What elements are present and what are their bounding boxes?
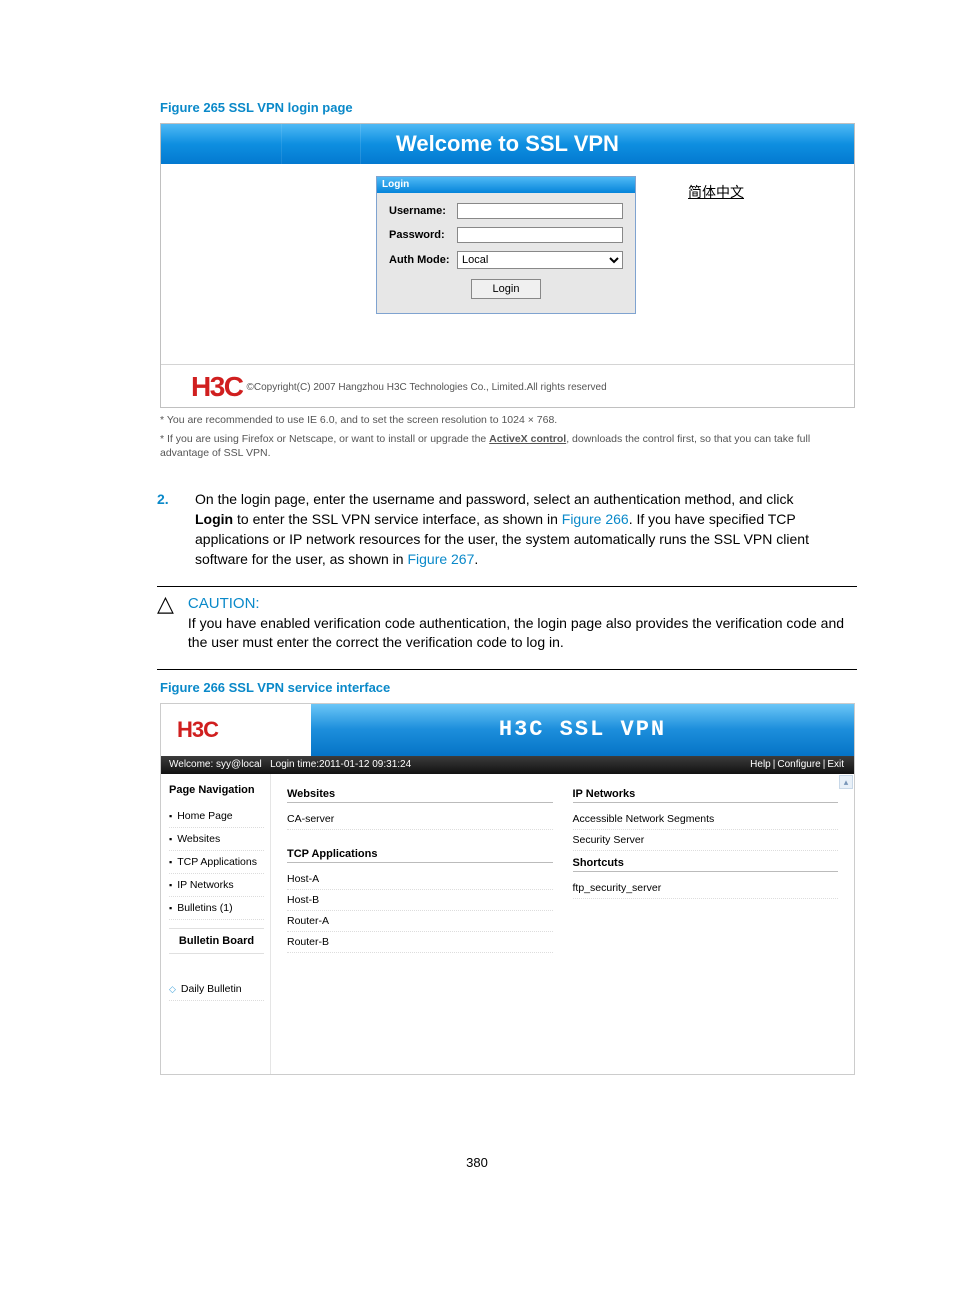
list-item[interactable]: ftp_security_server — [573, 878, 839, 899]
copyright-text: ©Copyright(C) 2007 Hangzhou H3C Technolo… — [247, 382, 607, 393]
configure-link[interactable]: Configure — [775, 759, 822, 770]
shortcuts-title: Shortcuts — [573, 857, 839, 872]
welcome-text: Welcome: syy@local — [169, 759, 262, 770]
svc-status-bar: Welcome: syy@local Login time:2011-01-12… — [161, 756, 854, 774]
row-username: Username: — [389, 203, 623, 219]
login-box: Login Username: Password: Auth Mode: Loc… — [376, 176, 636, 314]
figure266-caption: Figure 266 SSL VPN service interface — [160, 680, 859, 695]
daily-bulletin[interactable]: Daily Bulletin — [169, 978, 264, 1001]
step-number: 2. — [157, 489, 195, 570]
login-banner: Welcome to SSL VPN — [161, 124, 854, 164]
login-btn-wrap: Login — [389, 279, 623, 299]
caution-text: CAUTION: If you have enabled verificatio… — [188, 593, 857, 653]
nav-tcp-applications[interactable]: TCP Applications — [169, 851, 264, 874]
banner-title: Welcome to SSL VPN — [396, 131, 619, 156]
bulletin-board-title: Bulletin Board — [169, 928, 264, 954]
step-text: On the login page, enter the username an… — [195, 489, 819, 570]
nav-ip-networks[interactable]: IP Networks — [169, 874, 264, 897]
page-number: 380 — [95, 1155, 859, 1170]
row-password: Password: — [389, 227, 623, 243]
nav-list: Home Page Websites TCP Applications IP N… — [169, 805, 264, 920]
step2-login-word: Login — [195, 511, 233, 527]
list-item[interactable]: Accessible Network Segments — [573, 809, 839, 830]
exit-link[interactable]: Exit — [825, 759, 846, 770]
svc-title-bar: H3C SSL VPN — [311, 704, 854, 756]
list-item[interactable]: Host-B — [287, 890, 553, 911]
username-label: Username: — [389, 205, 457, 217]
ref-figure-267[interactable]: Figure 267 — [407, 551, 474, 567]
login-form: Username: Password: Auth Mode: Local Log… — [377, 193, 635, 313]
login-body: 简体中文 Login Username: Password: Auth Mode… — [161, 164, 854, 364]
right-column: IP Networks Accessible Network Segments … — [573, 784, 839, 1064]
nav-home-page[interactable]: Home Page — [169, 805, 264, 828]
login-time-text: Login time:2011-01-12 09:31:24 — [270, 759, 411, 770]
note2-part-a: * If you are using Firefox or Netscape, … — [160, 433, 489, 445]
step2-part1: On the login page, enter the username an… — [195, 491, 794, 507]
password-input[interactable] — [457, 227, 623, 243]
ip-networks-title: IP Networks — [573, 788, 839, 803]
tcp-apps-title: TCP Applications — [287, 848, 553, 863]
activex-link[interactable]: ActiveX control — [489, 433, 566, 445]
login-screenshot: Welcome to SSL VPN 简体中文 Login Username: … — [160, 123, 855, 408]
left-column: Websites CA-server TCP Applications Host… — [287, 784, 553, 1064]
svc-body: ▴ Page Navigation Home Page Websites TCP… — [161, 774, 854, 1074]
list-item[interactable]: Security Server — [573, 830, 839, 851]
list-item[interactable]: Router-A — [287, 911, 553, 932]
step-2: 2. On the login page, enter the username… — [95, 489, 859, 570]
caution-block: △ CAUTION: If you have enabled verificat… — [157, 593, 857, 653]
bulletin-list: Daily Bulletin — [169, 978, 264, 1001]
nav-websites[interactable]: Websites — [169, 828, 264, 851]
websites-title: Websites — [287, 788, 553, 803]
caution-top-rule — [157, 586, 857, 587]
help-link[interactable]: Help — [748, 759, 773, 770]
step2-part4: . — [474, 551, 478, 567]
authmode-select[interactable]: Local — [457, 251, 623, 269]
username-input[interactable] — [457, 203, 623, 219]
authmode-label: Auth Mode: — [389, 254, 457, 266]
h3c-logo: H3C — [191, 371, 243, 403]
list-item[interactable]: Host-A — [287, 869, 553, 890]
login-button[interactable]: Login — [471, 279, 541, 299]
note-line-2: * If you are using Firefox or Netscape, … — [160, 432, 855, 460]
svc-app-title: H3C SSL VPN — [499, 717, 666, 742]
svc-header: H3C H3C SSL VPN — [161, 704, 854, 756]
list-item[interactable]: Router-B — [287, 932, 553, 953]
nav-title: Page Navigation — [169, 784, 264, 796]
login-footer: H3C ©Copyright(C) 2007 Hangzhou H3C Tech… — [161, 364, 854, 407]
svc-logo-area: H3C — [161, 704, 311, 756]
caution-bottom-rule — [157, 669, 857, 670]
ref-figure-266[interactable]: Figure 266 — [562, 511, 629, 527]
step2-part2: to enter the SSL VPN service interface, … — [233, 511, 562, 527]
caution-body: If you have enabled verification code au… — [188, 615, 844, 651]
list-item[interactable]: CA-server — [287, 809, 553, 830]
scroll-up-icon[interactable]: ▴ — [839, 775, 853, 789]
h3c-logo-small: H3C — [177, 717, 218, 743]
caution-icon: △ — [157, 593, 174, 653]
banner-accent — [281, 124, 361, 164]
row-authmode: Auth Mode: Local — [389, 251, 623, 269]
caution-title: CAUTION: — [188, 595, 260, 612]
service-screenshot: H3C H3C SSL VPN Welcome: syy@local Login… — [160, 703, 855, 1075]
language-link[interactable]: 简体中文 — [688, 182, 744, 202]
figure265-caption: Figure 265 SSL VPN login page — [160, 100, 859, 115]
nav-bulletins[interactable]: Bulletins (1) — [169, 897, 264, 920]
login-box-title: Login — [377, 177, 635, 193]
password-label: Password: — [389, 229, 457, 241]
note-line-1: * You are recommended to use IE 6.0, and… — [160, 413, 855, 427]
svc-main: Websites CA-server TCP Applications Host… — [271, 774, 854, 1074]
page-navigation: Page Navigation Home Page Websites TCP A… — [161, 774, 271, 1074]
